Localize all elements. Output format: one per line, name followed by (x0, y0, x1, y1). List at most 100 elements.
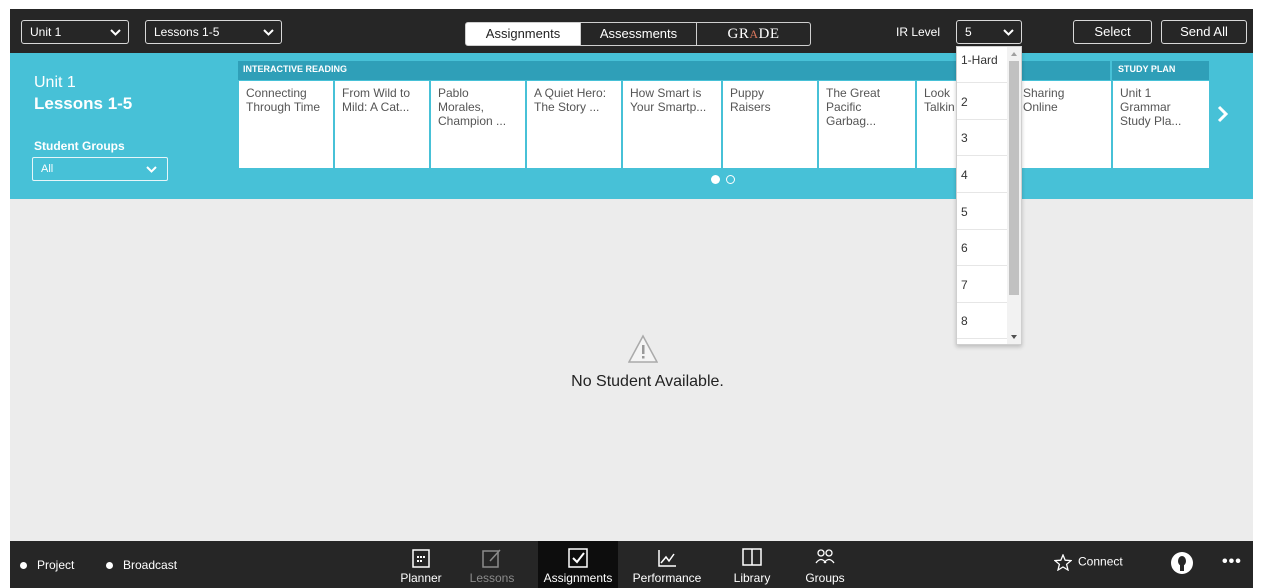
user-avatar[interactable] (1170, 551, 1194, 578)
tab-grade[interactable]: GRADE (697, 22, 811, 46)
view-tabs: Assignments Assessments GRADE (465, 22, 811, 46)
send-all-button[interactable]: Send All (1161, 20, 1247, 44)
study-plan-label: STUDY PLAN (1118, 64, 1176, 74)
scroll-up-icon[interactable] (1007, 49, 1021, 59)
reading-card[interactable]: How Smart is Your Smartp... (623, 81, 721, 168)
line-chart-icon (658, 550, 676, 567)
broadcast-toggle[interactable]: Broadcast (106, 558, 177, 572)
card-line: Grammar (1120, 100, 1171, 114)
reading-card[interactable]: Pablo Morales, Champion ... (431, 81, 525, 168)
reading-card[interactable]: The Great Pacific Garbag... (819, 81, 915, 168)
student-groups-select[interactable]: All (32, 157, 168, 181)
card-line: Puppy (730, 86, 765, 100)
ir-level-label: IR Level (896, 25, 941, 39)
scroll-down-icon[interactable] (1007, 332, 1021, 342)
pager-dot[interactable] (726, 175, 735, 184)
card-line: The Great (826, 86, 881, 100)
reading-card[interactable]: Connecting Through Time (239, 81, 333, 168)
nav-groups[interactable]: Groups (795, 541, 855, 588)
nav-library-label: Library (733, 571, 771, 585)
card-line: How Smart is (630, 86, 702, 100)
dropdown-scroll-thumb[interactable] (1009, 61, 1019, 295)
study-plan-card[interactable]: Unit 1 Grammar Study Pla... (1113, 81, 1209, 168)
ir-level-option[interactable]: 6 (957, 230, 1008, 266)
connect-label: Connect (1078, 554, 1123, 569)
grade-logo-post: DE (758, 26, 780, 42)
nav-lessons[interactable]: Lessons (459, 541, 525, 588)
chevron-down-icon (146, 166, 157, 173)
nav-groups-label: Groups (805, 571, 845, 585)
bottom-bar: Project Broadcast Planner Lessons Assign… (10, 541, 1253, 588)
grade-logo-a: A (749, 27, 759, 41)
unit-select[interactable]: Unit 1 (21, 20, 129, 44)
nav-library[interactable]: Library (722, 541, 782, 588)
tab-assignments[interactable]: Assignments (465, 22, 581, 46)
reading-card[interactable]: A Quiet Hero: The Story ... (527, 81, 621, 168)
nav-lessons-label: Lessons (469, 571, 515, 585)
ir-level-dropdown: 1-Hard 2 3 4 5 6 7 8 (956, 46, 1022, 345)
card-line: The Story ... (534, 100, 600, 114)
card-line: Raisers (730, 100, 771, 114)
ir-level-option[interactable]: 4 (957, 157, 1008, 193)
interactive-reading-label: INTERACTIVE READING (243, 64, 348, 74)
card-line: Through Time (246, 100, 321, 114)
card-line: Garbag... (826, 114, 877, 128)
lessons-title: Lessons 1-5 (34, 94, 133, 113)
checkbox-icon (568, 548, 588, 568)
warning-icon (627, 334, 659, 367)
card-line: Online (1023, 100, 1058, 114)
calendar-icon (412, 549, 430, 568)
ir-level-option[interactable]: 3 (957, 120, 1008, 156)
student-groups-label: Student Groups (34, 139, 125, 153)
groups-icon (815, 549, 835, 564)
nav-assignments-label: Assignments (543, 571, 613, 585)
next-arrow-icon[interactable] (1217, 105, 1229, 129)
reading-card[interactable]: Sharing Online (1016, 81, 1111, 168)
ir-level-option[interactable]: 2 (957, 84, 1008, 120)
grade-logo-pre: GR (727, 26, 750, 42)
card-line: Your Smartp... (630, 100, 707, 114)
more-menu-icon[interactable]: ••• (1222, 553, 1242, 571)
card-line: Study Pla... (1120, 114, 1182, 128)
book-icon (742, 548, 762, 566)
nav-planner-label: Planner (400, 571, 442, 585)
card-line: Pacific (826, 100, 862, 114)
lessons-select-value: Lessons 1-5 (154, 25, 220, 39)
chevron-down-icon (263, 29, 274, 36)
status-dot (20, 562, 27, 570)
user-icon (1171, 552, 1193, 574)
select-button[interactable]: Select (1073, 20, 1152, 44)
nav-performance[interactable]: Performance (627, 541, 707, 588)
ir-level-select[interactable]: 5 (956, 20, 1022, 44)
ir-level-option[interactable]: 1-Hard (957, 47, 1008, 83)
lessons-icon (482, 549, 501, 568)
ir-level-option[interactable]: 5 (957, 194, 1008, 230)
unit-select-value: Unit 1 (30, 25, 62, 39)
card-line: Mild: A Cat... (342, 100, 410, 114)
student-groups-value: All (41, 163, 54, 175)
card-line: Sharing (1023, 86, 1065, 100)
nav-planner[interactable]: Planner (388, 541, 454, 588)
lessons-select[interactable]: Lessons 1-5 (145, 20, 282, 44)
pager-dot-active[interactable] (711, 175, 720, 184)
ir-level-option[interactable]: 7 (957, 267, 1008, 303)
status-dot (106, 562, 113, 570)
chevron-down-icon (110, 29, 121, 36)
project-label: Project (37, 558, 75, 572)
project-toggle[interactable]: Project (20, 558, 74, 572)
card-line: Unit 1 (1120, 86, 1152, 100)
dropdown-scrollbar[interactable] (1007, 47, 1021, 344)
card-line: A Quiet Hero: (534, 86, 607, 100)
app-frame: Unit 1 Lessons 1-5 Assignments Assessmen… (10, 9, 1253, 588)
empty-state-message: No Student Available. (571, 373, 724, 390)
chevron-down-icon (1003, 29, 1014, 36)
ir-level-value: 5 (965, 25, 972, 39)
card-line: From Wild to (342, 86, 411, 100)
tab-assessments[interactable]: Assessments (581, 22, 697, 46)
reading-card[interactable]: Puppy Raisers (723, 81, 817, 168)
reading-card[interactable]: From Wild to Mild: A Cat... (335, 81, 429, 168)
ir-level-option[interactable]: 8 (957, 303, 1008, 339)
nav-assignments[interactable]: Assignments (538, 541, 618, 588)
broadcast-label: Broadcast (123, 558, 178, 572)
connect-button[interactable]: Connect (1053, 553, 1123, 572)
